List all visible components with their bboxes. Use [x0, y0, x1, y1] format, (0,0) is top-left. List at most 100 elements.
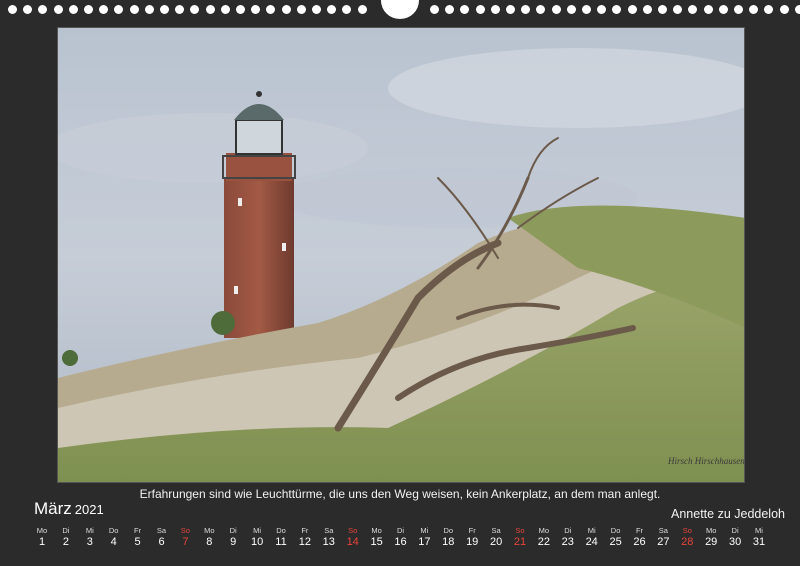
day-number: 26 — [633, 536, 646, 548]
lighthouse-tower — [224, 178, 294, 338]
calendar-day: Di 16 — [389, 526, 413, 548]
calendar-day: So 7 — [173, 526, 197, 548]
binding-hole-icon — [342, 5, 352, 14]
binding-hole-icon — [236, 5, 245, 14]
calendar-day: So 14 — [341, 526, 365, 548]
calendar-day: Di 2 — [54, 526, 78, 548]
binding-hole-icon — [266, 5, 276, 14]
calendar-day: Mo 15 — [365, 526, 389, 548]
month-name: März — [34, 499, 72, 518]
binding-hole-icon — [506, 5, 515, 14]
binding-hole-icon — [536, 5, 546, 14]
calendar-day: Do 11 — [269, 526, 293, 548]
binding-hole-icon — [475, 5, 485, 14]
calendar-day: Fr 19 — [460, 526, 484, 548]
day-number: 20 — [489, 536, 503, 548]
day-number: 30 — [728, 536, 742, 548]
binding-hole-icon — [490, 5, 500, 14]
binding-hole-icon — [794, 5, 800, 14]
calendar-day: So 28 — [675, 526, 699, 548]
calendar-day: Mi 24 — [580, 526, 604, 548]
day-number: 22 — [537, 536, 551, 548]
photographer-signature: Hirsch Hirschhausen — [667, 456, 745, 466]
binding-hole-icon — [688, 5, 698, 14]
day-number: 23 — [561, 536, 574, 548]
lighthouse-dune-photo: Hirsch Hirschhausen — [58, 28, 745, 482]
binding-hole-icon — [734, 5, 743, 14]
binding-hole-icon — [251, 5, 261, 14]
day-number: 15 — [370, 536, 383, 548]
month-title: März 2021 — [34, 499, 104, 519]
day-number: 1 — [38, 536, 46, 548]
day-number: 9 — [230, 536, 237, 548]
day-number: 17 — [418, 536, 431, 548]
day-number: 2 — [62, 536, 69, 548]
weekday-label: Fr — [468, 526, 476, 535]
weekday-label: Mo — [705, 526, 717, 535]
day-number: 19 — [466, 536, 479, 548]
day-number: 7 — [182, 536, 189, 548]
weekday-label: Do — [443, 526, 454, 535]
calendar-day: Di 9 — [221, 526, 245, 548]
weekday-label: Mi — [85, 526, 94, 535]
day-number: 14 — [346, 536, 359, 548]
binding-hole-icon — [38, 5, 48, 14]
day-number: 27 — [657, 536, 670, 548]
weekday-label: Do — [276, 526, 286, 535]
weekday-label: Fr — [635, 526, 644, 535]
calendar-day: So 21 — [508, 526, 532, 548]
calendar-day: Di 23 — [556, 526, 580, 548]
binding-hole-icon — [357, 5, 367, 14]
calendar-day: Fr 5 — [126, 526, 150, 548]
weekday-label: Di — [229, 526, 237, 535]
weekday-label: Mi — [420, 526, 429, 535]
calendar-day: Sa 20 — [484, 526, 508, 548]
calendar-day: Mo 29 — [699, 526, 723, 548]
weekday-label: Di — [564, 526, 572, 535]
binding-hole-icon — [460, 5, 470, 14]
binding-hole-icon — [612, 5, 622, 14]
weekday-label: Mo — [36, 526, 48, 535]
weekday-label: Sa — [491, 526, 501, 535]
calendar-day: Do 4 — [102, 526, 126, 548]
binding-hole-icon — [312, 5, 321, 14]
binding-hole-icon — [627, 5, 637, 14]
day-number: 3 — [86, 536, 93, 548]
weekday-label: Mi — [253, 526, 262, 535]
binding-hole-icon — [642, 5, 652, 14]
weekday-label: Sa — [156, 526, 167, 535]
binding-hole-icon — [114, 5, 124, 14]
weekday-label: Mi — [755, 526, 763, 535]
calendar-day: Do 25 — [604, 526, 628, 548]
binding-hole-icon — [205, 5, 215, 14]
calendar-day: Mo 22 — [532, 526, 556, 548]
month-year: 2021 — [74, 502, 104, 517]
weekday-label: So — [515, 526, 525, 535]
spiral-binding — [0, 0, 800, 20]
calendar-day: Fr 12 — [293, 526, 317, 548]
day-strip: Mo 1 Di 2 Mi 3 Do 4 Fr 5 Sa 6 So 7 Mo 8 Di 9 Mi 10 Do 11 Fr 12 S… — [30, 526, 780, 554]
binding-hole-icon — [175, 5, 185, 14]
binding-hole-icon — [749, 5, 759, 14]
binding-hole-icon — [551, 5, 561, 14]
calendar-day: Do 18 — [436, 526, 460, 548]
binding-hole-icon — [566, 5, 576, 14]
calendar-photo: Hirsch Hirschhausen — [57, 27, 745, 483]
day-number: 12 — [298, 536, 312, 548]
weekday-label: Mo — [204, 526, 215, 535]
weekday-label: So — [348, 526, 358, 535]
binding-hole-icon — [597, 5, 607, 14]
day-number: 4 — [110, 536, 117, 548]
day-number: 28 — [681, 536, 694, 548]
binding-hole-icon — [779, 5, 789, 14]
binding-hole-icon — [23, 5, 33, 14]
weekday-label: Mi — [587, 526, 596, 535]
binding-hole-icon — [445, 5, 455, 14]
binding-hole-icon — [144, 5, 154, 14]
binding-hole-icon — [8, 5, 17, 14]
weekday-label: Sa — [324, 526, 334, 535]
binding-hole-icon — [521, 5, 531, 14]
weekday-label: Di — [62, 526, 70, 535]
binding-hole-icon — [718, 5, 728, 14]
binding-hole-icon — [160, 5, 169, 14]
